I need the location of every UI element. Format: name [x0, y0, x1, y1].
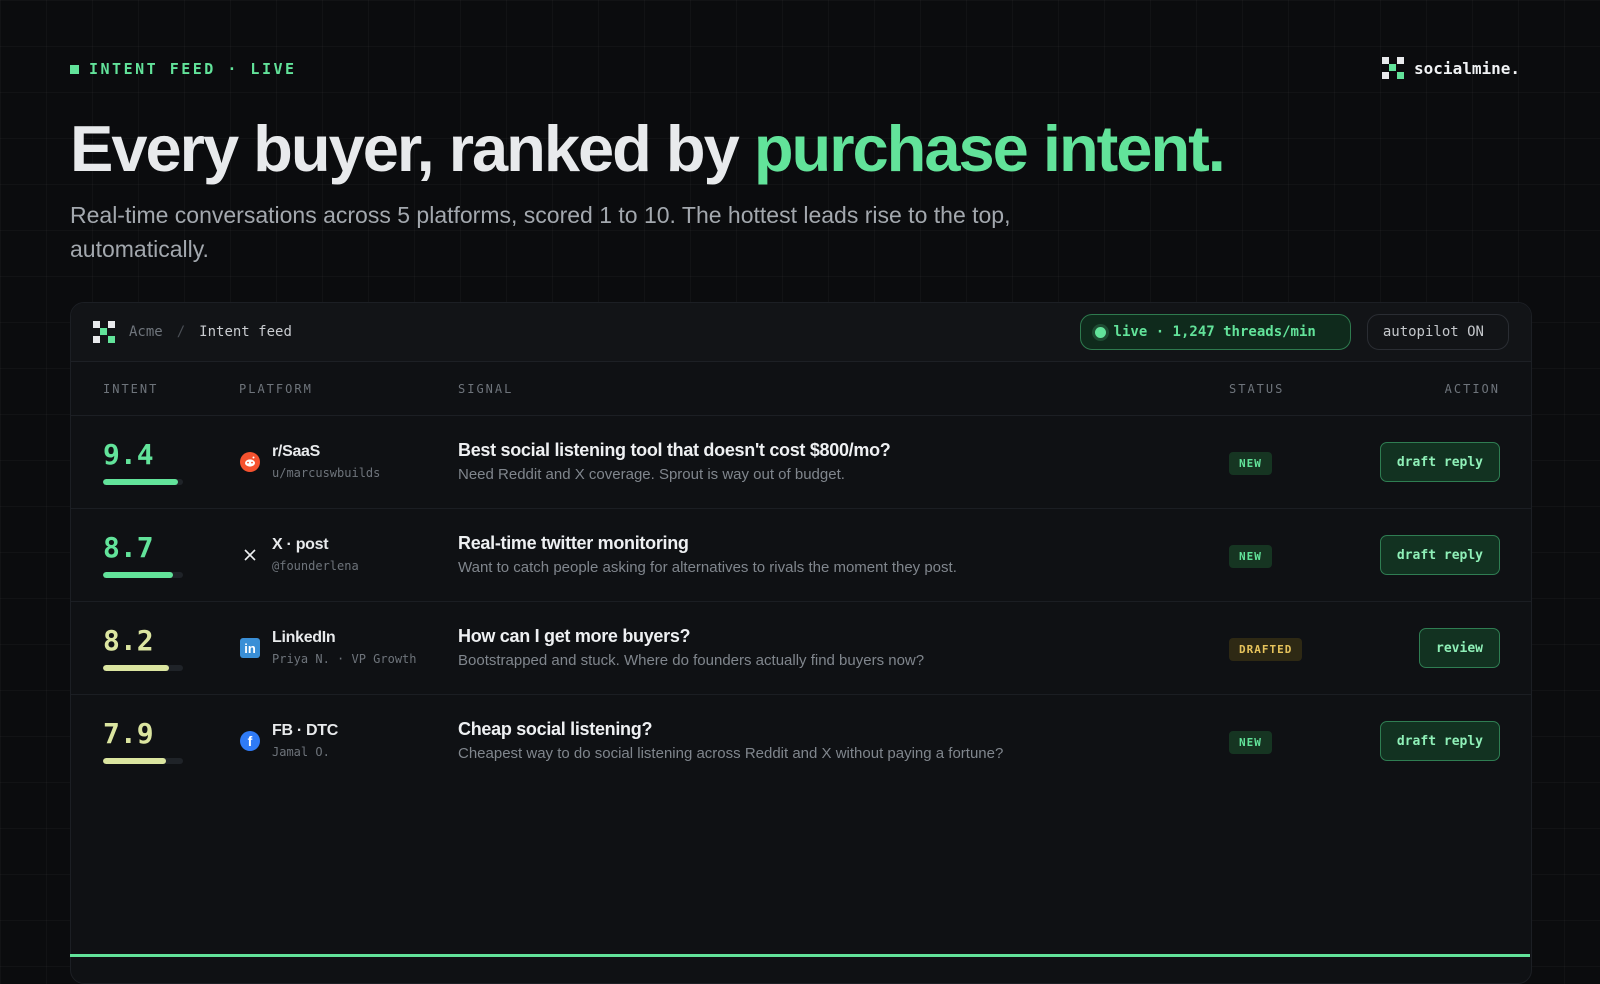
- live-throughput-pill[interactable]: live · 1,247 threads/min: [1079, 314, 1351, 350]
- status-badge: NEW: [1229, 452, 1272, 475]
- intent-feed-eyebrow: INTENT FEED · LIVE: [70, 60, 297, 78]
- table-header: INTENT PLATFORM SIGNAL STATUS ACTION: [71, 362, 1531, 416]
- platform-name[interactable]: X · post: [272, 536, 329, 554]
- page-subheading: Real-time conversations across 5 platfor…: [70, 202, 1011, 262]
- reddit-icon: [240, 452, 260, 472]
- workspace-logo-icon[interactable]: [93, 321, 115, 343]
- draft-reply-button[interactable]: draft reply: [1379, 442, 1500, 482]
- table-row[interactable]: 8.7 X · post @founderlena Real-time twit…: [71, 509, 1531, 602]
- table-row[interactable]: 7.9 f FB · DTC Jamal O. Cheap social lis…: [71, 695, 1531, 787]
- brand-logo[interactable]: socialmine.: [1382, 57, 1520, 79]
- signal-snippet: Bootstrapped and stuck. Where do founder…: [458, 652, 925, 669]
- intent-score-bar-fill: [103, 758, 167, 764]
- brand-name: socialmine.: [1414, 58, 1520, 78]
- topbar-status-group: live · 1,247 threads/min autopilot ON: [1079, 314, 1509, 350]
- intent-score-bar: [103, 572, 183, 578]
- breadcrumb-separator: /: [176, 324, 186, 340]
- breadcrumb-org[interactable]: Acme: [129, 324, 163, 340]
- platform-name[interactable]: LinkedIn: [272, 629, 336, 647]
- headline-accent: purchase intent.: [753, 112, 1226, 185]
- signal-title[interactable]: Real-time twitter monitoring: [458, 533, 689, 554]
- platform-name[interactable]: FB · DTC: [272, 722, 338, 740]
- live-dot-icon: [1094, 326, 1106, 338]
- page-headline: Every buyer, ranked by purchase intent.: [70, 112, 1226, 187]
- intent-score-bar-fill: [103, 572, 173, 578]
- eyebrow-text: INTENT FEED · LIVE: [89, 60, 297, 78]
- intent-score-bar: [103, 479, 183, 485]
- draft-reply-button[interactable]: draft reply: [1379, 721, 1500, 761]
- column-header-platform[interactable]: PLATFORM: [239, 382, 313, 396]
- intent-score: 9.4: [103, 438, 154, 471]
- signal-snippet: Cheapest way to do social listening acro…: [458, 745, 1004, 762]
- socialmine-logo-icon: [1382, 57, 1405, 79]
- live-square-icon: [70, 64, 79, 74]
- signal-snippet: Need Reddit and X coverage. Sprout is wa…: [458, 466, 845, 483]
- column-header-signal[interactable]: SIGNAL: [458, 382, 513, 396]
- intent-score: 7.9: [103, 717, 154, 750]
- intent-feed-panel: Acme / Intent feed live · 1,247 threads/…: [70, 302, 1532, 984]
- panel-topbar: Acme / Intent feed live · 1,247 threads/…: [71, 303, 1531, 362]
- draft-reply-button[interactable]: draft reply: [1379, 535, 1500, 575]
- breadcrumb-current-page: Intent feed: [199, 324, 292, 340]
- intent-score-bar-fill: [103, 479, 179, 485]
- author-handle[interactable]: Priya N. · VP Growth: [272, 652, 417, 666]
- status-badge: NEW: [1229, 731, 1272, 754]
- column-header-intent[interactable]: INTENT: [103, 382, 158, 396]
- author-handle[interactable]: u/marcuswbuilds: [272, 466, 380, 480]
- status-badge: NEW: [1229, 545, 1272, 568]
- live-throughput-text: live · 1,247 threads/min: [1113, 324, 1316, 340]
- intent-score: 8.7: [103, 531, 154, 564]
- review-button[interactable]: review: [1419, 628, 1500, 668]
- signal-title[interactable]: Cheap social listening?: [458, 719, 652, 740]
- facebook-icon: f: [240, 731, 260, 751]
- author-handle[interactable]: Jamal O.: [272, 745, 330, 759]
- platform-name[interactable]: r/SaaS: [272, 443, 320, 461]
- x-icon: [240, 545, 260, 565]
- intent-score: 8.2: [103, 624, 154, 657]
- signal-title[interactable]: Best social listening tool that doesn't …: [458, 440, 891, 461]
- table-row[interactable]: 9.4 r/SaaS u/marcuswbuilds Best social l…: [71, 416, 1531, 509]
- table-row[interactable]: 8.2 in LinkedIn Priya N. · VP Growth How…: [71, 602, 1531, 695]
- column-header-action: ACTION: [1444, 381, 1500, 396]
- headline-main: Every buyer, ranked by: [70, 112, 754, 185]
- linkedin-icon: in: [240, 638, 260, 658]
- author-handle[interactable]: @founderlena: [272, 559, 359, 573]
- column-header-status[interactable]: STATUS: [1229, 382, 1284, 396]
- status-badge: DRAFTED: [1229, 638, 1303, 661]
- intent-score-bar-fill: [103, 665, 169, 671]
- autopilot-toggle[interactable]: autopilot ON: [1366, 314, 1509, 350]
- breadcrumb: Acme / Intent feed: [93, 321, 292, 343]
- signal-snippet: Want to catch people asking for alternat…: [458, 559, 957, 576]
- intent-score-bar: [103, 665, 183, 671]
- signal-title[interactable]: How can I get more buyers?: [458, 626, 691, 647]
- intent-score-bar: [103, 758, 183, 764]
